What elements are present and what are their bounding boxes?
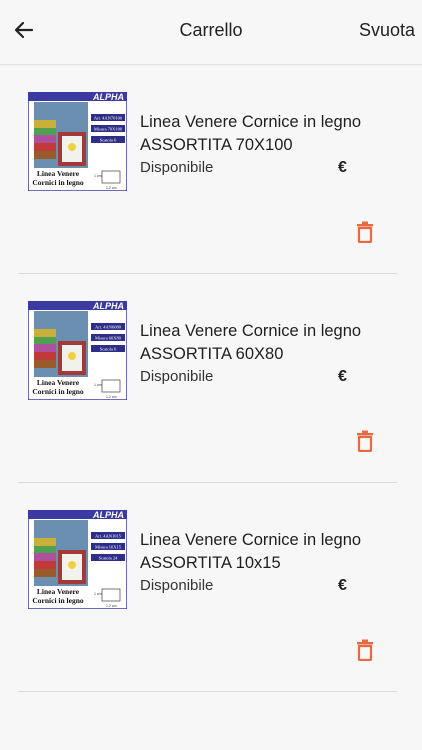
product-price: € [338, 577, 347, 594]
product-name[interactable]: Linea Venere Cornice in legno ASSORTITA … [140, 320, 380, 366]
brand-logo: ALPHA [92, 510, 124, 520]
product-image: ALPHA Art. 4AN1015 Misura 10X15 Scatola … [28, 510, 127, 609]
svg-text:1 cm: 1 cm [94, 383, 102, 387]
svg-text:1 cm: 1 cm [94, 174, 102, 178]
svg-text:Art. 4AN70100: Art. 4AN70100 [94, 116, 123, 121]
svg-text:Linea Venere: Linea Venere [37, 587, 80, 596]
cart-item[interactable]: ALPHA Art. 4AN70100 Misura 70X100 Scatol… [18, 65, 397, 274]
svg-text:Art. 4AN6080: Art. 4AN6080 [95, 325, 122, 330]
svg-text:Cornici in legno: Cornici in legno [32, 178, 84, 187]
svg-text:Cornici in legno: Cornici in legno [32, 387, 84, 396]
svg-text:Scatola 6: Scatola 6 [100, 347, 117, 352]
cart-list: ALPHA Art. 4AN70100 Misura 70X100 Scatol… [0, 65, 422, 692]
svg-text:1,2 cm: 1,2 cm [106, 395, 117, 399]
svg-text:Linea Venere: Linea Venere [37, 169, 80, 178]
trash-icon [357, 639, 373, 662]
trash-icon [357, 221, 373, 244]
svg-text:Misura 70X100: Misura 70X100 [94, 127, 123, 132]
delete-button[interactable] [356, 639, 374, 662]
svg-text:Art. 4AN1015: Art. 4AN1015 [95, 534, 122, 539]
svg-text:Misura 10X15: Misura 10X15 [95, 545, 122, 550]
cart-item[interactable]: ALPHA Art. 4AN1015 Misura 10X15 Scatola … [18, 483, 397, 692]
product-price: € [338, 368, 347, 385]
svg-text:1,2 cm: 1,2 cm [106, 604, 117, 608]
product-price: € [338, 159, 347, 176]
svg-text:Scatola 6: Scatola 6 [100, 138, 117, 143]
app-bar: Carrello Svuota [0, 0, 422, 65]
delete-button[interactable] [356, 221, 374, 244]
cart-item[interactable]: ALPHA Art. 4AN6080 Misura 60X80 Scatola … [18, 274, 397, 483]
svg-text:Linea Venere: Linea Venere [37, 378, 80, 387]
availability-status: Disponibile [140, 577, 214, 594]
delete-button[interactable] [356, 430, 374, 453]
availability-status: Disponibile [140, 368, 214, 385]
svg-text:Scatola 24: Scatola 24 [99, 556, 119, 561]
product-name[interactable]: Linea Venere Cornice in legno ASSORTITA … [140, 529, 380, 575]
availability-status: Disponibile [140, 159, 214, 176]
brand-logo: ALPHA [92, 92, 124, 102]
svg-text:Cornici in legno: Cornici in legno [32, 596, 84, 605]
svg-text:Misura 60X80: Misura 60X80 [95, 336, 122, 341]
product-name[interactable]: Linea Venere Cornice in legno ASSORTITA … [140, 111, 380, 157]
svg-text:1 cm: 1 cm [94, 592, 102, 596]
clear-cart-button[interactable]: Svuota [359, 20, 415, 41]
product-image: ALPHA Art. 4AN6080 Misura 60X80 Scatola … [28, 301, 127, 400]
brand-logo: ALPHA [92, 301, 124, 311]
svg-text:1,2 cm: 1,2 cm [106, 186, 117, 190]
product-image: ALPHA Art. 4AN70100 Misura 70X100 Scatol… [28, 92, 127, 191]
trash-icon [357, 430, 373, 453]
